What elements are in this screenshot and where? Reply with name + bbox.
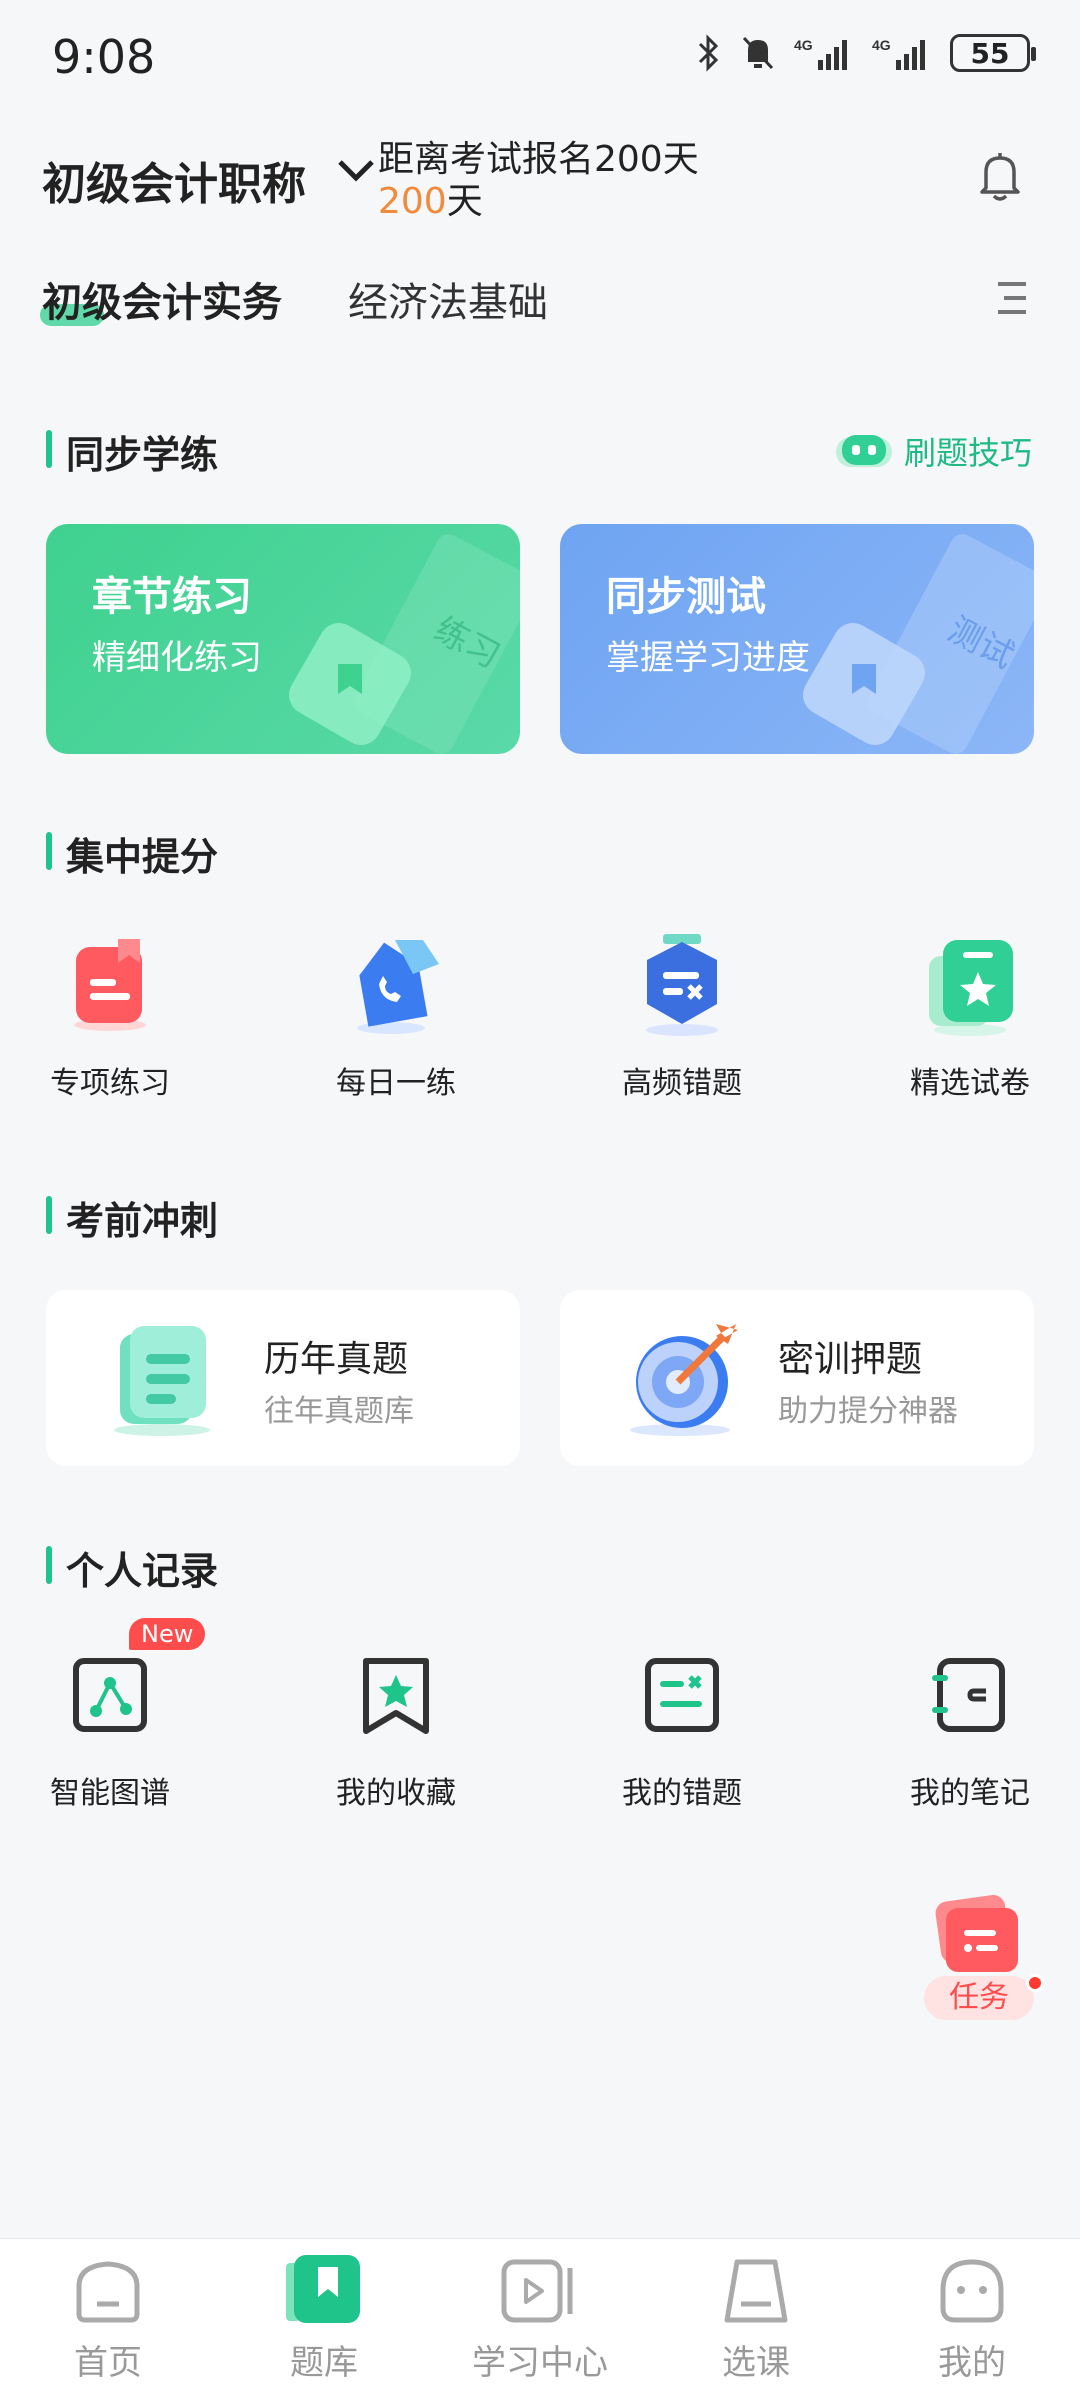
record-item-label: 我的收藏 bbox=[336, 1776, 456, 1811]
signal-4g-icon: 4G bbox=[794, 37, 847, 70]
task-float-button[interactable]: 任务 bbox=[924, 1894, 1044, 2024]
tips-link[interactable]: 刷题技巧 bbox=[834, 428, 1032, 474]
menu-icon[interactable] bbox=[994, 278, 1030, 318]
nav-label: 首页 bbox=[74, 2343, 142, 2383]
past-exams-card[interactable]: 历年真题 往年真题库 bbox=[46, 1290, 520, 1466]
nav-label: 我的 bbox=[938, 2343, 1006, 2383]
test-book-icon: 测试 bbox=[803, 534, 1034, 754]
record-item-knowledge-graph[interactable]: New 智能图谱 bbox=[0, 1618, 220, 1812]
notebook-icon bbox=[915, 1640, 1025, 1750]
sprint-subtitle: 往年真题库 bbox=[264, 1394, 414, 1429]
nav-question-bank[interactable]: 题库 bbox=[234, 2253, 414, 2384]
tab-economic-law[interactable]: 经济法基础 bbox=[348, 270, 548, 328]
header: 初级会计职称 距离考试报名200天 200天 bbox=[0, 110, 1080, 240]
secret-training-card[interactable]: 密训押题 助力提分神器 bbox=[560, 1290, 1034, 1466]
target-icon bbox=[630, 1324, 738, 1436]
sync-test-card[interactable]: 同步测试 掌握学习进度 测试 bbox=[560, 524, 1034, 754]
tips-label: 刷题技巧 bbox=[903, 434, 1032, 472]
card-title: 同步测试 bbox=[606, 574, 766, 620]
svg-text:4G: 4G bbox=[872, 37, 891, 53]
favorite-star-icon bbox=[341, 1640, 451, 1750]
nav-profile[interactable]: 我的 bbox=[882, 2253, 1062, 2384]
focus-item-frequent-errors[interactable]: 高频错题 bbox=[572, 930, 792, 1102]
task-label: 任务 bbox=[924, 1976, 1034, 2020]
course-bag-icon bbox=[666, 2253, 846, 2329]
daily-phone-icon bbox=[341, 930, 451, 1040]
tab-accounting-practice[interactable]: 初级会计实务 bbox=[40, 270, 282, 328]
focus-item-label: 每日一练 bbox=[336, 1066, 456, 1101]
exam-selector-title[interactable]: 初级会计职称 bbox=[42, 148, 306, 212]
nav-home[interactable]: 首页 bbox=[18, 2253, 198, 2384]
nav-course-select[interactable]: 选课 bbox=[666, 2253, 846, 2384]
chevron-down-icon[interactable] bbox=[336, 156, 376, 184]
nav-label: 选课 bbox=[722, 2343, 790, 2383]
hex-error-icon bbox=[627, 930, 737, 1040]
video-icon bbox=[450, 2253, 630, 2329]
countdown-days: 200天 bbox=[378, 172, 483, 224]
bluetooth-icon bbox=[698, 34, 719, 72]
nav-label: 学习中心 bbox=[472, 2343, 608, 2383]
chapter-practice-card[interactable]: 章节练习 精细化练习 练习 bbox=[46, 524, 520, 754]
sprint-title: 密训押题 bbox=[778, 1339, 923, 1380]
section-title-records: 个人记录 bbox=[46, 1540, 218, 1595]
robot-icon bbox=[835, 435, 892, 467]
mute-bell-icon bbox=[742, 36, 774, 70]
battery-level: 55 bbox=[970, 36, 1010, 70]
record-item-label: 我的错题 bbox=[622, 1776, 742, 1811]
new-badge: New bbox=[129, 1618, 206, 1650]
notification-dot bbox=[1026, 1974, 1044, 1992]
svg-text:4G: 4G bbox=[794, 37, 813, 53]
subject-tabs: 初级会计实务 经济法基础 bbox=[0, 262, 1080, 342]
nav-learning-center[interactable]: 学习中心 bbox=[450, 2253, 630, 2384]
record-item-label: 我的笔记 bbox=[910, 1776, 1030, 1811]
status-time: 9:08 bbox=[52, 30, 156, 84]
question-bank-icon bbox=[234, 2253, 414, 2329]
record-item-notes[interactable]: 我的笔记 bbox=[860, 1640, 1080, 1812]
bottom-nav: 首页 题库 学习中心 选课 我的 bbox=[0, 2238, 1080, 2388]
focus-item-daily-practice[interactable]: 每日一练 bbox=[286, 930, 506, 1102]
record-item-wrong-questions[interactable]: 我的错题 bbox=[572, 1640, 792, 1812]
card-subtitle: 精细化练习 bbox=[92, 638, 262, 678]
countdown-number: 200 bbox=[378, 181, 447, 222]
record-item-label: 智能图谱 bbox=[50, 1776, 170, 1811]
task-card-icon bbox=[935, 1894, 1018, 1972]
section-title-sync: 同步学练 bbox=[46, 424, 218, 479]
nav-label: 题库 bbox=[290, 2343, 358, 2383]
sprint-subtitle: 助力提分神器 bbox=[778, 1394, 958, 1429]
record-item-favorites[interactable]: 我的收藏 bbox=[286, 1640, 506, 1812]
stack-paper-icon bbox=[114, 1326, 210, 1436]
status-bar: 9:08 4G 4G 55 bbox=[0, 0, 1080, 110]
section-title-sprint: 考前冲刺 bbox=[46, 1190, 218, 1245]
star-paper-icon bbox=[915, 930, 1025, 1040]
focus-item-selected-papers[interactable]: 精选试卷 bbox=[860, 930, 1080, 1102]
card-title: 章节练习 bbox=[92, 574, 252, 620]
focus-item-label: 精选试卷 bbox=[910, 1066, 1030, 1101]
profile-icon bbox=[882, 2253, 1062, 2329]
battery-icon: 55 bbox=[950, 34, 1036, 72]
wrong-question-icon bbox=[627, 1640, 737, 1750]
section-title-focus: 集中提分 bbox=[46, 826, 218, 881]
sprint-title: 历年真题 bbox=[264, 1339, 409, 1380]
status-icons: 4G 4G 55 bbox=[696, 34, 1036, 72]
focus-item-special-practice[interactable]: 专项练习 bbox=[0, 930, 220, 1102]
home-icon bbox=[18, 2253, 198, 2329]
practice-book-icon: 练习 bbox=[289, 534, 520, 754]
focus-item-label: 高频错题 bbox=[622, 1066, 742, 1101]
notification-bell-icon[interactable] bbox=[978, 150, 1022, 202]
countdown-unit: 天 bbox=[446, 181, 483, 222]
signal-4g-icon: 4G bbox=[872, 37, 925, 70]
bookmark-doc-icon bbox=[55, 930, 165, 1040]
focus-item-label: 专项练习 bbox=[50, 1066, 170, 1101]
graph-icon: New bbox=[55, 1618, 206, 1750]
